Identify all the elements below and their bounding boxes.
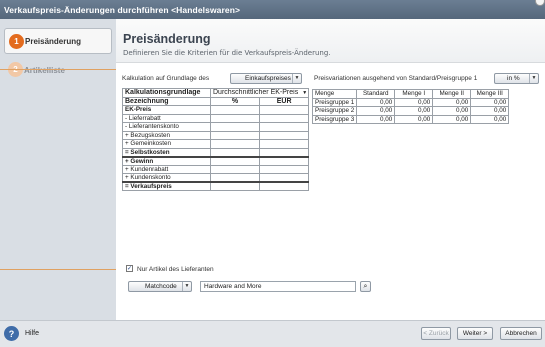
kalk-eur-cell[interactable] [259,122,310,132]
kalk-percent-cell[interactable] [209,173,261,183]
kalk-percent-cell[interactable] [209,122,261,132]
price-variation-label: Preisvariationen ausgehend von Standard/… [314,75,478,82]
supplier-only-checkbox[interactable]: ✓ [126,265,133,272]
supplier-only-label: Nur Artikel des Lieferanten [137,266,214,273]
kalk-row-label: + Gewinn [122,155,211,166]
price-variation-table: Menge Standard Menge I Menge II Menge II… [311,89,510,124]
pv-row-label: Preisgruppe 1 [311,97,358,107]
wizard-step-label: Preisänderung [25,36,82,46]
matchcode-value: Matchcode [145,283,177,290]
pv-row-label: Preisgruppe 3 [311,114,358,124]
next-button[interactable]: Weiter > [457,327,493,340]
wizard-step-preisaenderung[interactable]: 1 Preisänderung [4,28,112,54]
kalk-percent-cell[interactable] [209,147,261,157]
table-row: Preisgruppe 2 0,00 0,00 0,00 0,00 [311,106,510,116]
kalk-eur-cell[interactable] [259,173,310,183]
kalk-row-label: + Kundenrabatt [122,164,211,174]
chevron-down-icon: ▼ [302,90,308,96]
wizard-step-artikelliste[interactable]: 2 Artikelliste [4,57,112,83]
calc-basis-dropdown[interactable]: Einkaufspreises ▼ [230,73,302,84]
col-header-bezeichnung: Bezeichnung [122,96,211,106]
dialog-footer: ? Hilfe < Zurück Weiter > Abbrechen [0,320,545,347]
chevron-down-icon: ▼ [292,74,301,83]
pv-row-label: Preisgruppe 2 [311,106,358,116]
pv-cell[interactable]: 0,00 [470,114,510,124]
kalk-basis-select[interactable]: Durchschnittlicher EK-Preis ▼ [209,88,310,98]
kalk-eur-cell[interactable] [259,147,310,157]
pv-cell[interactable]: 0,00 [432,97,472,107]
calc-basis-label: Kalkulation auf Grundlage des [122,75,210,82]
pv-cell[interactable]: 0,00 [470,106,510,116]
kalk-percent-cell[interactable] [209,113,261,123]
pv-cell[interactable]: 0,00 [432,114,472,124]
page-title: Preisänderung [123,32,211,46]
kalk-percent-cell[interactable] [209,155,261,166]
chevron-down-icon: ▼ [182,282,191,291]
kalk-percent-cell[interactable] [209,181,261,191]
price-variation-unit-value: in % [507,75,520,82]
kalk-row-label: - Lieferrabatt [122,113,211,123]
kalk-eur-cell[interactable] [259,113,310,123]
kalk-row-label: = Verkaufspreis [122,181,211,191]
kalk-eur-cell[interactable] [259,105,310,115]
pv-col-header: Standard [356,89,396,99]
pv-col-header: Menge II [432,89,472,99]
kalk-row-label: - Lieferantenskonto [122,122,211,132]
kalk-row-label: EK-Preis [122,105,211,115]
kalk-eur-cell[interactable] [259,155,310,166]
kalkulation-table: Kalkulationsgrundlage Durchschnittlicher… [122,88,310,191]
kalk-percent-cell[interactable] [209,164,261,174]
pv-cell[interactable]: 0,00 [432,106,472,116]
kalk-eur-cell[interactable] [259,164,310,174]
supplier-input[interactable]: Hardware and More [200,281,356,292]
pv-cell[interactable]: 0,00 [394,97,434,107]
cancel-button[interactable]: Abbrechen [500,327,542,340]
pv-cell[interactable]: 0,00 [356,114,396,124]
table-row: Preisgruppe 3 0,00 0,00 0,00 0,00 [311,114,510,124]
kalk-eur-cell[interactable] [259,181,310,191]
wizard-sidebar: 1 Preisänderung 2 Artikelliste [0,19,116,320]
kalk-header-label: Kalkulationsgrundlage [122,88,211,98]
kalk-eur-cell[interactable] [259,130,310,140]
kalk-row-label: + Bezugskosten [122,130,211,140]
pv-cell[interactable]: 0,00 [356,97,396,107]
window-title: Verkaufspreis-Änderungen durchführen <Ha… [4,5,241,15]
table-row: Preisgruppe 1 0,00 0,00 0,00 0,00 [311,97,510,107]
step-number-badge: 1 [9,34,24,49]
pv-cell[interactable]: 0,00 [394,114,434,124]
pv-cell[interactable]: 0,00 [470,97,510,107]
col-header-eur: EUR [259,96,310,106]
col-header-percent: % [209,96,261,106]
kalk-eur-cell[interactable] [259,139,310,149]
pv-col-header: Menge I [394,89,434,99]
kalk-row-label: = Selbstkosten [122,147,211,157]
search-icon[interactable]: ⌕ [360,281,371,292]
connector-line-bottom [0,269,124,270]
page-subtitle: Definieren Sie die Kriterien für die Ver… [123,49,331,57]
kalk-row-label: + Kundenskonto [122,173,211,183]
chevron-down-icon: ▼ [529,74,538,83]
content-header: Preisänderung Definieren Sie die Kriteri… [116,19,545,63]
back-button[interactable]: < Zurück [421,327,451,340]
pv-cell[interactable]: 0,00 [394,106,434,116]
kalk-percent-cell[interactable] [209,139,261,149]
wizard-content: Preisänderung Definieren Sie die Kriteri… [116,19,545,320]
window-titlebar: Verkaufspreis-Änderungen durchführen <Ha… [0,0,545,19]
kalk-percent-cell[interactable] [209,130,261,140]
help-icon[interactable]: ? [4,326,19,341]
calc-basis-value: Einkaufspreises [245,75,291,82]
price-variation-unit-dropdown[interactable]: in % ▼ [494,73,539,84]
wizard-step-label: Artikelliste [24,65,65,75]
pv-cell[interactable]: 0,00 [356,106,396,116]
pv-col-header: Menge [311,89,358,99]
matchcode-dropdown[interactable]: Matchcode ▼ [128,281,192,292]
kalk-row-label: + Gemeinkosten [122,139,211,149]
kalk-basis-select-value: Durchschnittlicher EK-Preis [213,89,299,97]
help-label[interactable]: Hilfe [25,330,39,337]
pv-col-header: Menge III [470,89,510,99]
kalk-percent-cell[interactable] [209,105,261,115]
